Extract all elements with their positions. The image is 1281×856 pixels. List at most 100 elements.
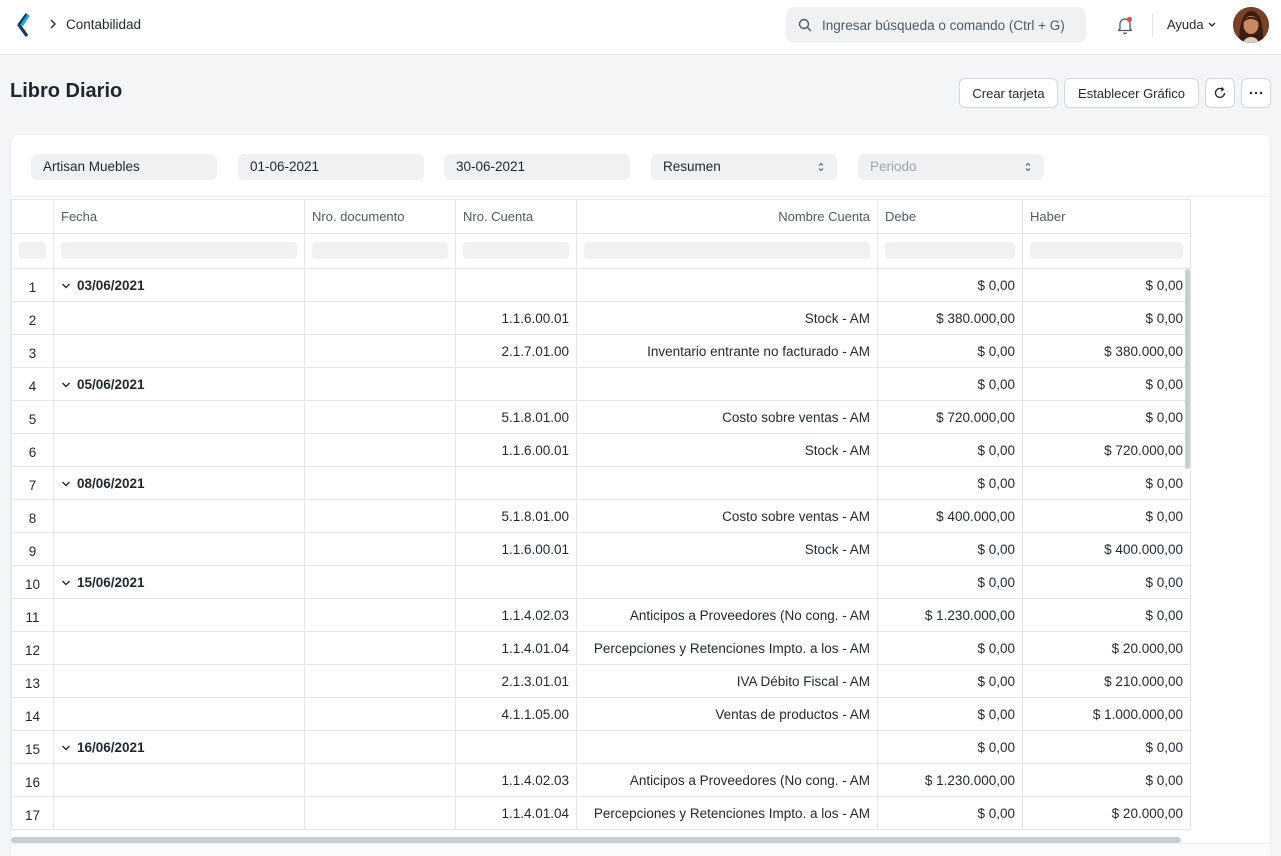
nro-cuenta-cell[interactable]: 2.1.3.01.01 — [456, 665, 577, 698]
vertical-scrollbar[interactable] — [1185, 269, 1190, 469]
table-row[interactable]: 11 1.1.4.02.03 Anticipos a Proveedores (No… — [11, 599, 1191, 632]
user-avatar[interactable] — [1233, 7, 1269, 43]
row-index-cell[interactable]: 5 — [11, 401, 54, 434]
fecha-cell[interactable] — [54, 665, 305, 698]
fecha-cell[interactable] — [54, 632, 305, 665]
filter-input[interactable] — [463, 242, 569, 259]
row-index-cell[interactable]: 7 — [11, 467, 54, 500]
debe-cell[interactable]: $ 0,00 — [878, 368, 1023, 401]
haber-cell[interactable]: $ 720.000,00 — [1023, 434, 1191, 467]
nombre-cuenta-cell[interactable]: IVA Débito Fiscal - AM — [577, 665, 878, 698]
haber-cell[interactable]: $ 0,00 — [1023, 731, 1191, 764]
column-filter-nro-cuenta[interactable] — [456, 234, 577, 269]
debe-cell[interactable]: $ 1.230.000,00 — [878, 764, 1023, 797]
nro-documento-cell[interactable] — [305, 731, 456, 764]
table-row[interactable]: 5 5.1.8.01.00 Costo sobre ventas - AM $ 720… — [11, 401, 1191, 434]
row-index-cell[interactable]: 14 — [11, 698, 54, 731]
row-index-cell[interactable]: 1 — [11, 269, 54, 302]
row-index-cell[interactable]: 9 — [11, 533, 54, 566]
row-index-cell[interactable]: 15 — [11, 731, 54, 764]
fecha-cell[interactable]: 15/06/2021 — [54, 566, 305, 599]
column-filter-nombre-cuenta[interactable] — [577, 234, 878, 269]
haber-cell[interactable]: $ 0,00 — [1023, 599, 1191, 632]
nro-documento-cell[interactable] — [305, 764, 456, 797]
chevron-down-icon[interactable] — [1207, 21, 1217, 29]
fecha-cell[interactable] — [54, 599, 305, 632]
table-row[interactable]: 16 1.1.4.02.03 Anticipos a Proveedores (No… — [11, 764, 1191, 797]
debe-cell[interactable]: $ 400.000,00 — [878, 500, 1023, 533]
column-header-debe[interactable]: Debe — [878, 199, 1023, 234]
group-by-select[interactable]: Resumen — [651, 154, 837, 180]
filter-input[interactable] — [1030, 242, 1183, 259]
nro-documento-cell[interactable] — [305, 434, 456, 467]
debe-cell[interactable]: $ 0,00 — [878, 467, 1023, 500]
table-group-row[interactable]: 7 08/06/2021 $ 0,00 $ 0,00 — [11, 467, 1191, 500]
nro-cuenta-cell[interactable]: 5.1.8.01.00 — [456, 500, 577, 533]
nro-documento-cell[interactable] — [305, 269, 456, 302]
debe-cell[interactable]: $ 0,00 — [878, 698, 1023, 731]
nombre-cuenta-cell[interactable]: Anticipos a Proveedores (No cong. - AM — [577, 764, 878, 797]
debe-cell[interactable]: $ 0,00 — [878, 566, 1023, 599]
haber-cell[interactable]: $ 0,00 — [1023, 368, 1191, 401]
haber-cell[interactable]: $ 0,00 — [1023, 500, 1191, 533]
nro-cuenta-cell[interactable]: 5.1.8.01.00 — [456, 401, 577, 434]
row-index-cell[interactable]: 12 — [11, 632, 54, 665]
table-group-row[interactable]: 10 15/06/2021 $ 0,00 $ 0,00 — [11, 566, 1191, 599]
nombre-cuenta-cell[interactable]: Ventas de productos - AM — [577, 698, 878, 731]
to-date-filter[interactable]: 30-06-2021 — [444, 154, 630, 180]
row-index-cell[interactable]: 17 — [11, 797, 54, 830]
nombre-cuenta-cell[interactable] — [577, 368, 878, 401]
fecha-cell[interactable] — [54, 302, 305, 335]
haber-cell[interactable]: $ 0,00 — [1023, 764, 1191, 797]
row-index-cell[interactable]: 8 — [11, 500, 54, 533]
row-index-cell[interactable]: 11 — [11, 599, 54, 632]
haber-cell[interactable]: $ 0,00 — [1023, 401, 1191, 434]
column-header-nro-documento[interactable]: Nro. documento — [305, 199, 456, 234]
nombre-cuenta-cell[interactable]: Percepciones y Retenciones Impto. a los … — [577, 632, 878, 665]
haber-cell[interactable]: $ 20.000,00 — [1023, 797, 1191, 830]
nro-documento-cell[interactable] — [305, 302, 456, 335]
debe-cell[interactable]: $ 0,00 — [878, 434, 1023, 467]
nro-cuenta-cell[interactable]: 2.1.7.01.00 — [456, 335, 577, 368]
haber-cell[interactable]: $ 380.000,00 — [1023, 335, 1191, 368]
collapse-toggle-icon[interactable] — [61, 282, 71, 290]
table-group-row[interactable]: 1 03/06/2021 $ 0,00 $ 0,00 — [11, 269, 1191, 302]
haber-cell[interactable]: $ 400.000,00 — [1023, 533, 1191, 566]
from-date-filter[interactable]: 01-06-2021 — [238, 154, 424, 180]
haber-cell[interactable]: $ 0,00 — [1023, 467, 1191, 500]
debe-cell[interactable]: $ 720.000,00 — [878, 401, 1023, 434]
table-group-row[interactable]: 15 16/06/2021 $ 0,00 $ 0,00 — [11, 731, 1191, 764]
fecha-cell[interactable] — [54, 335, 305, 368]
nombre-cuenta-cell[interactable] — [577, 731, 878, 764]
nro-documento-cell[interactable] — [305, 599, 456, 632]
nro-cuenta-cell[interactable]: 1.1.4.01.04 — [456, 632, 577, 665]
breadcrumb-contabilidad[interactable]: Contabilidad — [66, 17, 141, 32]
table-row[interactable]: 17 1.1.4.01.04 Percepciones y Retenciones … — [11, 797, 1191, 830]
nombre-cuenta-cell[interactable]: Percepciones y Retenciones Impto. a los … — [577, 797, 878, 830]
nro-cuenta-cell[interactable]: 1.1.6.00.01 — [456, 302, 577, 335]
nombre-cuenta-cell[interactable]: Costo sobre ventas - AM — [577, 401, 878, 434]
collapse-toggle-icon[interactable] — [61, 744, 71, 752]
nro-documento-cell[interactable] — [305, 698, 456, 731]
debe-cell[interactable]: $ 0,00 — [878, 269, 1023, 302]
debe-cell[interactable]: $ 0,00 — [878, 335, 1023, 368]
search-bar[interactable] — [786, 7, 1086, 43]
column-filter-nro-documento[interactable] — [305, 234, 456, 269]
haber-cell[interactable]: $ 1.000.000,00 — [1023, 698, 1191, 731]
collapse-toggle-icon[interactable] — [61, 579, 71, 587]
fecha-cell[interactable]: 05/06/2021 — [54, 368, 305, 401]
fecha-cell[interactable]: 03/06/2021 — [54, 269, 305, 302]
nro-documento-cell[interactable] — [305, 335, 456, 368]
filter-input[interactable] — [312, 242, 448, 259]
nro-cuenta-cell[interactable]: 1.1.4.02.03 — [456, 764, 577, 797]
nombre-cuenta-cell[interactable]: Stock - AM — [577, 434, 878, 467]
filter-input[interactable] — [885, 242, 1015, 259]
nro-documento-cell[interactable] — [305, 533, 456, 566]
table-row[interactable]: 14 4.1.1.05.00 Ventas de productos - AM $ 0… — [11, 698, 1191, 731]
nombre-cuenta-cell[interactable]: Stock - AM — [577, 302, 878, 335]
row-index-cell[interactable]: 3 — [11, 335, 54, 368]
app-logo-icon[interactable] — [16, 12, 32, 38]
table-row[interactable]: 6 1.1.6.00.01 Stock - AM $ 0,00 $ 720.000,00 — [11, 434, 1191, 467]
nombre-cuenta-cell[interactable]: Stock - AM — [577, 533, 878, 566]
column-header-nombre-cuenta[interactable]: Nombre Cuenta — [577, 199, 878, 234]
